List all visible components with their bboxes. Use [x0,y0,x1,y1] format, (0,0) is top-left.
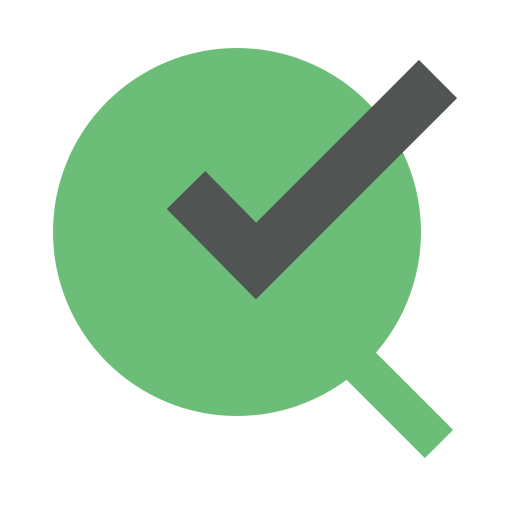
search-check-icon [53,48,458,459]
icon-canvas [0,0,512,512]
